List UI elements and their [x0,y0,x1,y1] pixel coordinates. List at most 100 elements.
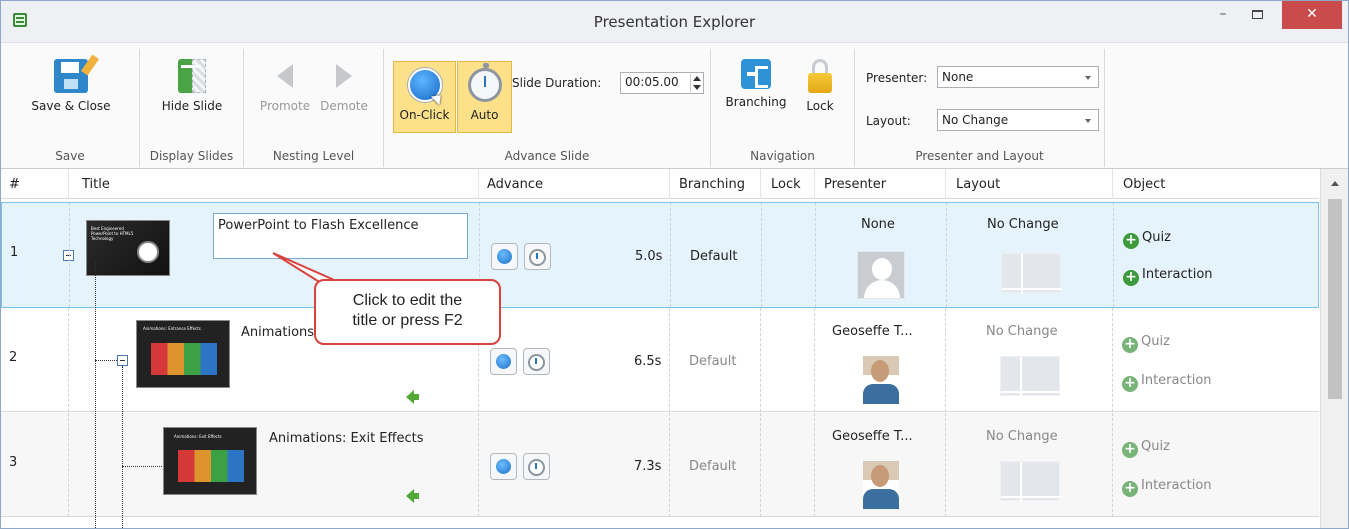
save-close-label: Save & Close [31,99,111,113]
slide-duration-label: Slide Duration: [512,76,602,90]
slide-duration[interactable]: 7.3s [634,459,661,474]
col-separator [478,169,479,199]
slide-duration[interactable]: 6.5s [634,354,661,369]
col-header-title[interactable]: Title [82,177,110,192]
cell-separator [669,413,670,517]
quiz-object[interactable]: + Quiz [1122,334,1170,353]
collapse-toggle[interactable] [117,355,128,366]
slide-duration-input[interactable]: 00:05.00 [620,72,704,94]
branching-label: Branching [725,95,787,109]
cell-separator [69,203,70,307]
layout-icon [1000,356,1061,397]
on-click-toggle[interactable] [490,453,517,480]
col-header-branching[interactable]: Branching [679,177,745,192]
slide-thumbnail[interactable]: Animations: Entrance Effects [136,320,230,388]
on-click-toggle[interactable] [490,348,517,375]
branching-value[interactable]: Default [689,354,737,369]
quiz-object[interactable]: + Quiz [1123,230,1171,249]
cell-separator [760,413,761,517]
branching-button[interactable]: Branching [721,59,791,109]
slide-duration-value: 00:05.00 [625,75,679,89]
interaction-object[interactable]: + Interaction [1122,373,1212,392]
vertical-scrollbar[interactable] [1320,169,1348,528]
table-row[interactable]: 3 Animations: Exit Effects Animations: E… [1,413,1319,517]
thumbnail-text: Animations: Entrance Effects [143,326,201,331]
col-header-num[interactable]: # [9,177,20,192]
stopwatch-icon [528,354,545,371]
quiz-object[interactable]: + Quiz [1122,439,1170,458]
auto-button[interactable]: Auto [457,61,512,133]
scroll-up-icon[interactable] [1331,181,1339,186]
add-icon: + [1122,442,1138,458]
cell-separator [814,413,815,517]
thumbnail-graphic [151,343,217,375]
cell-separator [68,308,69,412]
cell-separator [761,203,762,307]
cell-separator [760,308,761,412]
save-icon [54,54,100,93]
auto-toggle[interactable] [524,243,551,270]
stopwatch-icon [529,249,546,266]
interaction-object[interactable]: + Interaction [1123,267,1213,286]
promote-arrow-icon[interactable] [406,390,419,404]
presenter-name[interactable]: None [861,217,895,232]
presenter-select[interactable]: None [937,66,1099,88]
save-close-button[interactable]: Save & Close [23,54,119,113]
hide-slide-label: Hide Slide [161,99,223,113]
branching-value[interactable]: Default [689,459,737,474]
layout-icon [1001,253,1062,294]
promote-label: Promote [259,99,311,113]
presenter-name[interactable]: Geoseffe T... [832,429,913,444]
promote-arrow-icon[interactable] [406,489,419,503]
callout-line-2: title or press F2 [352,312,463,329]
slide-duration[interactable]: 5.0s [635,249,662,264]
auto-label: Auto [470,108,499,122]
layout-value[interactable]: No Change [986,324,1058,339]
slide-title[interactable]: Animations: Exit Effects [269,431,424,446]
interaction-object[interactable]: + Interaction [1122,478,1212,497]
col-separator [669,169,670,199]
layout-select[interactable]: No Change [937,109,1099,131]
presenter-select-value: None [942,70,974,84]
on-click-button[interactable]: On-Click [393,61,456,133]
promote-button[interactable]: Promote [256,59,314,113]
window-title: Presentation Explorer [593,13,756,31]
presenter-name[interactable]: Geoseffe T... [832,324,913,339]
col-separator [760,169,761,199]
col-header-lock[interactable]: Lock [771,177,801,192]
col-header-object[interactable]: Object [1123,177,1165,192]
col-header-layout[interactable]: Layout [956,177,1000,192]
arrow-left-icon [268,59,302,93]
group-label-presenter-layout: Presenter and Layout [915,149,1044,163]
table-row[interactable]: 2 Animations: Entrance Effects Animation… [1,308,1319,412]
auto-toggle[interactable] [523,453,550,480]
col-header-presenter[interactable]: Presenter [824,177,886,192]
tree-line [122,466,162,467]
title-edit-field[interactable]: PowerPoint to Flash Excellence [213,213,468,259]
hide-slide-button[interactable]: Hide Slide [152,59,232,113]
slide-title[interactable]: Animations [241,325,314,340]
maximize-button[interactable] [1240,1,1274,29]
interaction-label: Interaction [1141,478,1212,493]
callout-line-1: Click to edit the [352,292,463,309]
minimize-button[interactable]: – [1206,1,1240,29]
on-click-toggle[interactable] [491,243,518,270]
auto-toggle[interactable] [523,348,550,375]
col-header-advance[interactable]: Advance [487,177,543,192]
close-button[interactable]: ✕ [1282,1,1342,29]
branching-value[interactable]: Default [690,249,738,264]
slide-thumbnail[interactable]: Best Engineered PowerPoint to HTML5 Tech… [86,220,170,276]
layout-value[interactable]: No Change [987,217,1059,232]
group-save: Save & Close Save [1,49,140,167]
stopwatch-icon [528,459,545,476]
layout-value[interactable]: No Change [986,429,1058,444]
add-icon: + [1122,337,1138,353]
duration-spinner[interactable] [690,74,702,92]
col-separator [814,169,815,199]
lock-button[interactable]: Lock [799,59,841,113]
demote-button[interactable]: Demote [314,59,374,113]
scroll-thumb[interactable] [1328,199,1342,399]
table-row[interactable]: 1 Best Engineered PowerPoint to HTML5 Te… [1,202,1319,308]
thumbnail-text: Animations: Exit Effects [174,434,222,439]
slide-thumbnail[interactable]: Animations: Exit Effects [163,427,257,495]
